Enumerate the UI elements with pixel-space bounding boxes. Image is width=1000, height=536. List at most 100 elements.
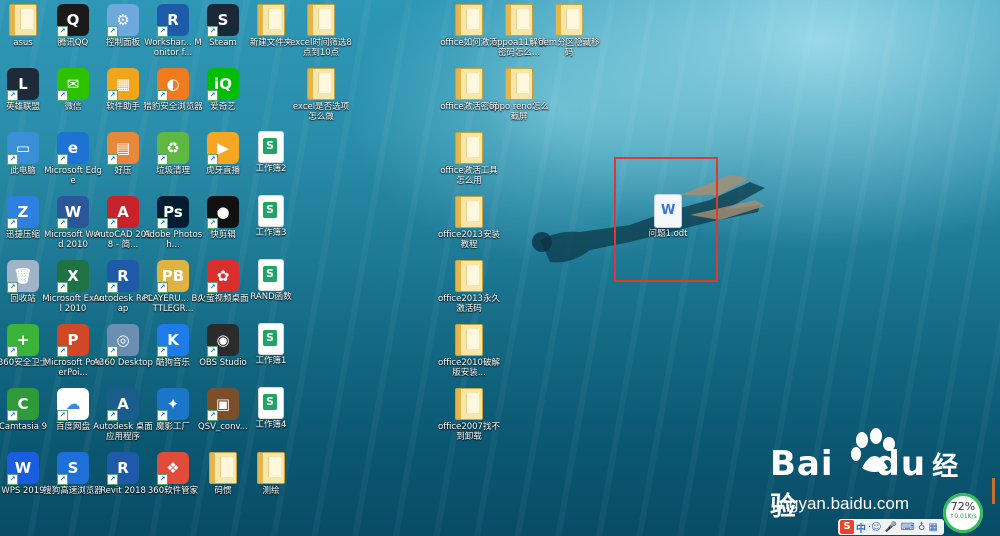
desktop-icon-label: office2007找不到卸载	[438, 422, 500, 442]
folder-icon	[505, 68, 533, 100]
shortcut-arrow-icon: ↗	[207, 90, 218, 101]
folder-icon	[455, 324, 483, 356]
folder-icon	[209, 452, 237, 484]
sogou-logo-icon[interactable]: S	[840, 520, 854, 534]
app-icon: S ↗	[57, 452, 89, 485]
desktop-icon-3[interactable]: 工作簿3	[240, 196, 302, 238]
app-icon: A ↗	[107, 388, 139, 421]
shortcut-arrow-icon: ↗	[157, 154, 168, 165]
shortcut-arrow-icon: ↗	[7, 410, 18, 421]
shortcut-arrow-icon: ↗	[157, 26, 168, 37]
desktop-icon-label: 工作簿2	[255, 164, 287, 174]
desktop-icon-label: 工作簿4	[255, 420, 287, 430]
desktop-icon-4[interactable]: 工作簿4	[240, 388, 302, 430]
baidu-paw-icon	[851, 428, 895, 472]
folder-icon	[555, 4, 583, 36]
shortcut-arrow-icon: ↗	[7, 218, 18, 229]
ime-language-toggle[interactable]: 中	[856, 520, 866, 535]
tray-edge-handle[interactable]	[992, 478, 995, 504]
app-icon: R ↗	[157, 4, 189, 37]
desktop-icon-office2007[interactable]: office2007找不到卸载	[438, 388, 500, 442]
desktop-icon-office2013[interactable]: office2013安装教程	[438, 196, 500, 250]
desktop-icon-excel[interactable]: excel是否选项怎么做	[290, 68, 352, 122]
app-icon: PB ↗	[157, 260, 189, 293]
app-icon: Q ↗	[57, 4, 89, 37]
app-icon: ▤ ↗	[107, 132, 139, 165]
app-icon: R ↗	[107, 452, 139, 485]
desktop-icon-label: oppo reno怎么截屏	[488, 102, 550, 122]
folder-icon	[257, 452, 285, 484]
app-icon: e ↗	[57, 132, 89, 165]
app-icon: P ↗	[57, 324, 89, 357]
shortcut-arrow-icon: ↗	[57, 346, 68, 357]
shortcut-arrow-icon: ↗	[57, 90, 68, 101]
desktop-icon-2[interactable]: 工作簿2	[240, 132, 302, 174]
shortcut-arrow-icon: ↗	[107, 346, 118, 357]
app-icon: + ↗	[7, 324, 39, 357]
app-icon: ▭ ↗	[7, 132, 39, 165]
app-icon: ● ↗	[207, 196, 239, 229]
app-icon: ◐ ↗	[157, 68, 189, 101]
shortcut-arrow-icon: ↗	[157, 282, 168, 293]
network-speed-gauge[interactable]: 72% ↑0.01K/s	[943, 493, 983, 533]
desktop-icon-label: office2013安装教程	[438, 230, 500, 250]
shortcut-arrow-icon: ↗	[157, 90, 168, 101]
ime-tool-icons[interactable]: ·☺ 🎤 ⌨ ♁ ▦	[868, 522, 938, 533]
desktop-icon-office[interactable]: office激活工具怎么用	[438, 132, 500, 186]
desktop-icon-label: RAND函数	[250, 292, 292, 302]
shortcut-arrow-icon: ↗	[107, 90, 118, 101]
shortcut-arrow-icon: ↗	[157, 218, 168, 229]
desktop-icon-oem[interactable]: oem分区隐藏移码	[538, 4, 600, 58]
folder-icon	[455, 388, 483, 420]
shortcut-arrow-icon: ↗	[57, 282, 68, 293]
app-icon: W ↗	[57, 196, 89, 229]
shortcut-arrow-icon: ↗	[107, 154, 118, 165]
app-icon: A ↗	[107, 196, 139, 229]
app-icon: ▣ ↗	[207, 388, 239, 421]
shortcut-arrow-icon: ↗	[57, 154, 68, 165]
app-icon: ☁ ↗	[57, 388, 89, 421]
app-icon: iQ ↗	[207, 68, 239, 101]
spreadsheet-file-icon	[259, 388, 283, 418]
desktop-icon-label: 爱奇艺	[210, 102, 236, 112]
shortcut-arrow-icon: ↗	[7, 346, 18, 357]
app-icon: 🗑 ↗	[7, 260, 39, 293]
app-icon: ♻ ↗	[157, 132, 189, 165]
app-icon: ❖ ↗	[157, 452, 189, 485]
shortcut-arrow-icon: ↗	[107, 218, 118, 229]
desktop-icon-office2010[interactable]: office2010破解版安装...	[438, 324, 500, 378]
shortcut-arrow-icon: ↗	[7, 90, 18, 101]
app-icon: Z ↗	[7, 196, 39, 229]
shortcut-arrow-icon: ↗	[207, 26, 218, 37]
ime-toolbar[interactable]: S 中 ·☺ 🎤 ⌨ ♁ ▦	[838, 519, 944, 535]
desktop-icon-label: excel是否选项怎么做	[292, 102, 350, 122]
spreadsheet-file-icon	[259, 324, 283, 354]
app-icon: ◉ ↗	[207, 324, 239, 357]
shortcut-arrow-icon: ↗	[157, 346, 168, 357]
folder-icon	[307, 68, 335, 100]
shortcut-arrow-icon: ↗	[57, 26, 68, 37]
desktop-icon-1[interactable]: 工作簿1	[240, 324, 302, 366]
app-icon: ✦ ↗	[157, 388, 189, 421]
app-icon: S ↗	[207, 4, 239, 37]
app-icon: K ↗	[157, 324, 189, 357]
desktop-icon-label: office2013永久激活码	[438, 294, 500, 314]
spreadsheet-file-icon	[259, 196, 283, 226]
desktop-icon-rand[interactable]: RAND函数	[240, 260, 302, 302]
app-icon: L ↗	[7, 68, 39, 101]
app-icon: C ↗	[7, 388, 39, 421]
app-icon: ✉ ↗	[57, 68, 89, 101]
user-folder-icon	[9, 4, 37, 36]
folder-icon	[307, 4, 335, 36]
desktop-icon-item-48[interactable]: 测绘	[240, 452, 302, 496]
desktop-icon-item-11[interactable]: iQ ↗ 爱奇艺	[192, 68, 254, 112]
shortcut-arrow-icon: ↗	[57, 474, 68, 485]
folder-icon	[455, 260, 483, 292]
desktop-icon-label: 工作簿1	[255, 356, 287, 366]
desktop-icon-oppo-reno[interactable]: oppo reno怎么截屏	[488, 68, 550, 122]
desktop-icon-office2013[interactable]: office2013永久激活码	[438, 260, 500, 314]
desktop-icon-excel-8-10[interactable]: excel时间筛选8点到10点	[290, 4, 352, 58]
watermark-url: jingyan.baidu.com	[772, 494, 910, 513]
desktop-icon-label: excel时间筛选8点到10点	[290, 38, 352, 58]
app-icon: ◎ ↗	[107, 324, 139, 357]
